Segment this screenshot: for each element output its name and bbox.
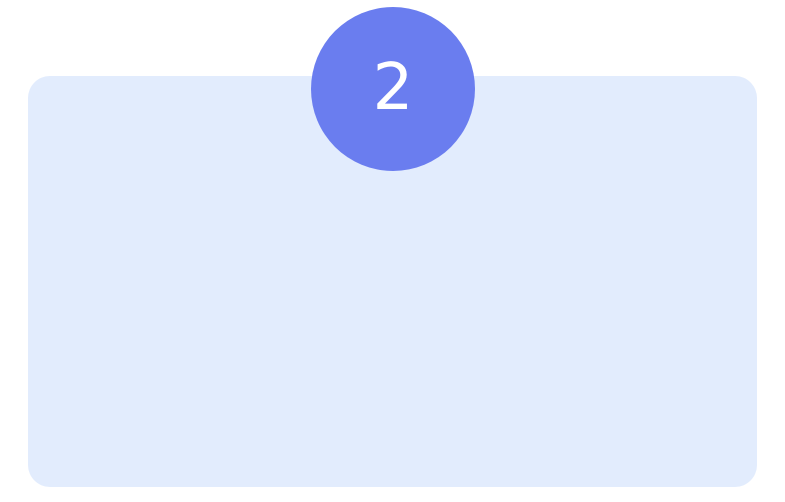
step-number-badge: 2 [311,7,475,171]
step-card: 2 [0,0,785,502]
step-number: 2 [372,51,414,125]
